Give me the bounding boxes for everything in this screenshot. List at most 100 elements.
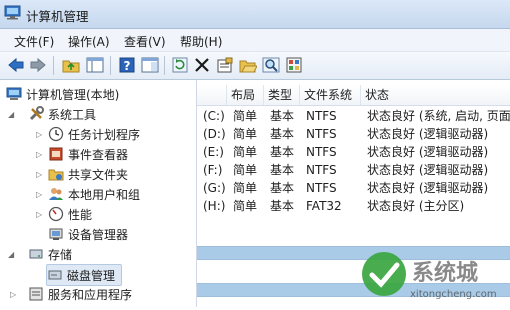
help-icon[interactable]: ? bbox=[118, 56, 136, 74]
tree-item-performance[interactable]: 性能 bbox=[48, 204, 92, 224]
tree-item-label: 本地用户和组 bbox=[68, 187, 141, 202]
tools-icon bbox=[28, 106, 44, 122]
export-icon[interactable] bbox=[285, 56, 303, 74]
event-viewer-icon bbox=[48, 146, 64, 162]
column-header-type[interactable]: 类型 bbox=[264, 85, 300, 105]
title-bar: 计算机管理 bbox=[0, 0, 510, 29]
cell-status: 状态良好 (逻辑驱动器) bbox=[367, 163, 489, 177]
cell-type: 基本 bbox=[270, 163, 295, 177]
shared-folder-icon bbox=[48, 166, 64, 182]
properties-icon[interactable] bbox=[216, 56, 234, 74]
toolbar-separator bbox=[164, 56, 165, 75]
table-row[interactable]: (D:) 简单 基本 NTFS 状态良好 (逻辑驱动器) bbox=[197, 125, 510, 143]
performance-icon bbox=[48, 206, 64, 222]
cell-layout: 简单 bbox=[233, 163, 258, 177]
cell-status: 状态良好 (主分区) bbox=[367, 199, 465, 213]
expand-arrow-icon[interactable]: ▷ bbox=[36, 170, 42, 179]
cell-filesystem: NTFS bbox=[306, 109, 337, 123]
table-row[interactable]: (G:) 简单 基本 NTFS 状态良好 (逻辑驱动器) bbox=[197, 179, 510, 197]
watermark-url: xitongcheng.com bbox=[410, 289, 497, 300]
cell-status: 状态良好 (系统, 启动, 页面文 bbox=[367, 109, 510, 123]
open-icon[interactable] bbox=[239, 56, 257, 74]
clock-icon bbox=[48, 126, 64, 142]
watermark: 系统城 xitongcheng.com bbox=[350, 245, 510, 307]
expand-arrow-icon[interactable]: ▷ bbox=[10, 290, 16, 299]
collapse-arrow-icon[interactable]: ◢ bbox=[8, 250, 14, 259]
cell-status: 状态良好 (逻辑驱动器) bbox=[367, 127, 489, 141]
cell-volume: (F:) bbox=[203, 163, 223, 177]
delete-icon[interactable] bbox=[193, 56, 211, 74]
column-header-layout[interactable]: 布局 bbox=[227, 85, 264, 105]
table-row[interactable]: (C:) 简单 基本 NTFS 状态良好 (系统, 启动, 页面文 bbox=[197, 107, 510, 125]
menu-help[interactable]: 帮助(H) bbox=[180, 33, 222, 50]
tree-item-label: 性能 bbox=[68, 207, 93, 222]
cell-type: 基本 bbox=[270, 109, 295, 123]
refresh-icon[interactable] bbox=[171, 56, 189, 74]
services-icon bbox=[28, 286, 44, 302]
console-tree-icon[interactable] bbox=[86, 56, 104, 74]
toolbar-separator bbox=[110, 56, 111, 75]
cell-type: 基本 bbox=[270, 181, 295, 195]
cell-volume: (H:) bbox=[203, 199, 226, 213]
table-row[interactable]: (E:) 简单 基本 NTFS 状态良好 (逻辑驱动器) bbox=[197, 143, 510, 161]
table-row[interactable]: (H:) 简单 基本 FAT32 状态良好 (主分区) bbox=[197, 197, 510, 215]
cell-volume: (D:) bbox=[203, 127, 226, 141]
tree-item-system-tools[interactable]: 系统工具 bbox=[28, 104, 96, 124]
storage-icon bbox=[28, 246, 44, 262]
cell-type: 基本 bbox=[270, 199, 295, 213]
search-icon[interactable] bbox=[262, 56, 280, 74]
tree-item-device-manager[interactable]: 设备管理器 bbox=[48, 224, 128, 244]
column-header-filesystem[interactable]: 文件系统 bbox=[300, 85, 361, 105]
menu-file[interactable]: 文件(F) bbox=[14, 33, 54, 50]
tree-item-label: 共享文件夹 bbox=[68, 167, 129, 182]
device-manager-icon bbox=[48, 226, 64, 242]
column-header-status[interactable]: 状态 bbox=[361, 85, 510, 105]
cell-filesystem: NTFS bbox=[306, 127, 337, 141]
tree-item-disk-management[interactable]: 磁盘管理 bbox=[46, 264, 123, 286]
expand-arrow-icon[interactable]: ▷ bbox=[36, 190, 42, 199]
computer-management-icon bbox=[6, 86, 22, 102]
console-tree: 计算机管理(本地) ◢ 系统工具 ▷ 任务计划程序 ▷ 事件查看器 ▷ 共享文件… bbox=[0, 80, 197, 307]
cell-layout: 简单 bbox=[233, 109, 258, 123]
cell-layout: 简单 bbox=[233, 181, 258, 195]
cell-volume: (G:) bbox=[203, 181, 226, 195]
column-header-volume[interactable] bbox=[197, 85, 227, 105]
menu-view[interactable]: 查看(V) bbox=[124, 33, 166, 50]
cell-filesystem: NTFS bbox=[306, 163, 337, 177]
tree-item-label: 设备管理器 bbox=[68, 227, 129, 242]
forward-icon[interactable] bbox=[29, 56, 47, 74]
tree-root-label: 计算机管理(本地) bbox=[26, 87, 120, 102]
toolbar: ? bbox=[0, 52, 510, 80]
tree-item-event-viewer[interactable]: 事件查看器 bbox=[48, 144, 128, 164]
tree-item-label: 磁盘管理 bbox=[67, 268, 116, 283]
tree-root[interactable]: 计算机管理(本地) bbox=[6, 84, 119, 104]
tree-item-shared-folders[interactable]: 共享文件夹 bbox=[48, 164, 128, 184]
expand-arrow-icon[interactable]: ▷ bbox=[36, 130, 42, 139]
users-icon bbox=[48, 186, 64, 202]
tree-item-task-scheduler[interactable]: 任务计划程序 bbox=[48, 124, 140, 144]
tree-item-local-users-groups[interactable]: 本地用户和组 bbox=[48, 184, 140, 204]
cell-status: 状态良好 (逻辑驱动器) bbox=[367, 181, 489, 195]
table-row[interactable]: (F:) 简单 基本 NTFS 状态良好 (逻辑驱动器) bbox=[197, 161, 510, 179]
tree-item-services-applications[interactable]: 服务和应用程序 bbox=[28, 284, 132, 304]
expand-arrow-icon[interactable]: ▷ bbox=[36, 150, 42, 159]
action-pane-icon[interactable] bbox=[141, 56, 159, 74]
collapse-arrow-icon[interactable]: ◢ bbox=[8, 110, 14, 119]
cell-filesystem: NTFS bbox=[306, 181, 337, 195]
back-icon[interactable] bbox=[7, 56, 25, 74]
cell-layout: 简单 bbox=[233, 199, 258, 213]
cell-volume: (C:) bbox=[203, 109, 225, 123]
tree-item-label: 服务和应用程序 bbox=[48, 287, 133, 302]
up-folder-icon[interactable] bbox=[62, 56, 80, 74]
expand-arrow-icon[interactable]: ▷ bbox=[36, 210, 42, 219]
tree-item-storage[interactable]: 存储 bbox=[28, 244, 72, 264]
cell-filesystem: NTFS bbox=[306, 145, 337, 159]
cell-status: 状态良好 (逻辑驱动器) bbox=[367, 145, 489, 159]
tree-item-label: 系统工具 bbox=[48, 107, 97, 122]
window-title: 计算机管理 bbox=[26, 9, 89, 24]
menu-action[interactable]: 操作(A) bbox=[68, 33, 110, 50]
svg-text:?: ? bbox=[124, 59, 131, 73]
cell-filesystem: FAT32 bbox=[306, 199, 342, 213]
disk-management-icon bbox=[47, 267, 63, 283]
cell-layout: 简单 bbox=[233, 127, 258, 141]
